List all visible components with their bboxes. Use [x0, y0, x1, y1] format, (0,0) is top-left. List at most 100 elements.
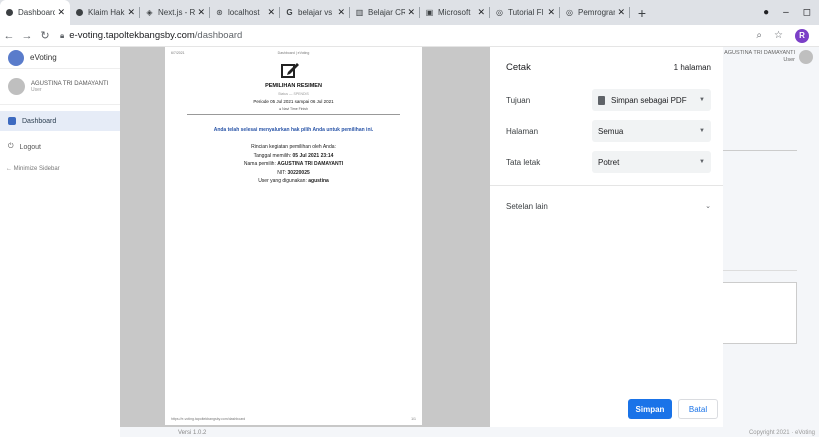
tab-title: Next.js - R [158, 8, 196, 17]
sidebar-item-label: Logout [19, 143, 41, 151]
file-icon [598, 95, 605, 105]
election-period: Periode 05 Jul 2021 sampai 06 Jul 2021 [253, 99, 334, 104]
tab-title: Microsoft [438, 8, 471, 17]
cancel-button[interactable]: Batal [678, 399, 718, 419]
vote-date-row: Tanggal memilih: 05 Jul 2021 23:14 [253, 152, 334, 159]
preview-header-title: Dashboard | eVoting [277, 51, 310, 55]
dropdown-arrow-icon: ▼ [699, 97, 705, 103]
building-icon: ▥ [355, 8, 364, 17]
star-icon[interactable]: ☆ [774, 30, 783, 41]
destination-value: Simpan sebagai PDF [611, 95, 687, 105]
pages-value: Semua [598, 126, 624, 136]
voter-nit-row: NIT: 30220025 [277, 169, 310, 176]
tab-belajar-cr[interactable]: ▥ Belajar CR ✕ [350, 0, 420, 25]
tab-klaim-hak[interactable]: Klaim Hak ✕ [70, 0, 140, 25]
close-icon[interactable]: ✕ [547, 7, 555, 18]
dashboard-icon [8, 117, 16, 125]
preview-footer-url: https://e-voting.tapoltekbangsby.com/das… [171, 417, 246, 421]
close-icon[interactable]: ✕ [477, 7, 485, 18]
top-user-role: User [783, 57, 795, 64]
destination-select[interactable]: Simpan sebagai PDF ▼ [592, 89, 711, 111]
url-host: e-voting.tapoltekbangsby.com [69, 30, 195, 41]
tab-strip: Dashboard ✕ Klaim Hak ✕ ◈ Next.js - R ✕ … [0, 0, 819, 25]
tab-nextjs[interactable]: ◈ Next.js - R ✕ [140, 0, 210, 25]
vote-details: Rincian kegiatan pemilihan oleh Anda: Ta… [165, 143, 422, 186]
brand-name: eVoting [30, 53, 57, 62]
username-row: User yang digunakan: agustina [258, 178, 329, 184]
tab-belajar-vs[interactable]: G belajar vs ✕ [280, 0, 350, 25]
sidebar-item-label: Dashboard [22, 117, 57, 125]
copyright-text: Copyright 2021 · eVoting [748, 430, 815, 436]
edit-icon [281, 63, 299, 78]
new-tab-button[interactable]: + [630, 0, 654, 25]
toolbar-actions: ⌕ ☆ R [756, 28, 819, 43]
more-settings-toggle[interactable]: Setelan lain ⌄ [506, 197, 711, 215]
print-title: Cetak [506, 61, 531, 73]
save-button[interactable]: Simpan [628, 399, 672, 419]
details-label: Rincian kegiatan pemilihan oleh Anda: [251, 144, 336, 150]
close-icon[interactable]: ✕ [127, 7, 135, 18]
layout-select[interactable]: Potret ▼ [592, 151, 711, 173]
preview-header-date: 6/7/2021 [171, 51, 185, 55]
tab-pemrogram[interactable]: ◎ Pemrogram ✕ [560, 0, 630, 25]
tab-title: localhost [228, 8, 260, 17]
browser-toolbar: ← → ↻ 🔒︎ e-voting.tapoltekbangsby.com/da… [0, 25, 819, 47]
election-time-note: ● Navi Time Finish [279, 107, 308, 111]
pages-label: Halaman [506, 126, 539, 136]
print-preview-page: 6/7/2021 Dashboard | eVoting PEMILIHAN R… [165, 47, 422, 425]
page-count: 1 halaman [673, 62, 711, 72]
close-icon[interactable]: ✕ [617, 7, 625, 18]
close-icon[interactable]: ✕ [57, 7, 65, 18]
layout-value: Potret [598, 157, 620, 167]
ring-icon: ◎ [496, 8, 503, 17]
top-user-menu[interactable]: AGUSTINA TRI DAMAYANTI User [724, 50, 813, 65]
avatar [8, 78, 25, 95]
document-icon: ▣ [425, 8, 434, 17]
google-icon: G [286, 8, 293, 17]
address-bar[interactable]: 🔒︎ e-voting.tapoltekbangsby.com/dashboar… [60, 27, 748, 45]
maximize-button[interactable]: ◻ [803, 7, 811, 18]
tab-dashboard[interactable]: Dashboard ✕ [0, 0, 70, 25]
tab-microsoft[interactable]: ▣ Microsoft ✕ [420, 0, 490, 25]
sidebar-item-dashboard[interactable]: Dashboard [0, 111, 120, 131]
chevron-down-icon: ⌄ [705, 203, 711, 210]
pages-select[interactable]: Semua ▼ [592, 120, 711, 142]
forward-icon[interactable]: → [18, 30, 36, 42]
tab-title: Tutorial Fl [508, 8, 544, 17]
profile-avatar[interactable]: R [795, 28, 809, 43]
brand[interactable]: eVoting [0, 47, 120, 69]
sidebar: eVoting AGUSTINA TRI DAMAYANTI User Dash… [0, 47, 120, 437]
user-name: AGUSTINA TRI DAMAYANTI [31, 80, 109, 87]
screen: Dashboard ✕ Klaim Hak ✕ ◈ Next.js - R ✕ … [0, 0, 819, 437]
logo-icon [8, 49, 24, 66]
destination-label: Tujuan [506, 95, 531, 105]
print-dialog: 6/7/2021 Dashboard | eVoting PEMILIHAN R… [120, 47, 723, 427]
diamond-icon: ◈ [146, 8, 153, 17]
window-controls: ● – ◻ [763, 0, 819, 25]
close-icon[interactable]: ✕ [337, 7, 345, 18]
tab-title: belajar vs [298, 8, 333, 17]
preview-footer-page: 1/1 [411, 417, 416, 421]
zoom-icon[interactable]: ⌕ [756, 30, 762, 41]
layout-label: Tata letak [506, 157, 541, 167]
tab-tutorial[interactable]: ◎ Tutorial Fl ✕ [490, 0, 560, 25]
minimize-sidebar-button[interactable]: ← Minimize Sidebar [0, 161, 120, 177]
tab-localhost[interactable]: ⊛ localhost ✕ [210, 0, 280, 25]
close-icon[interactable]: ✕ [407, 7, 415, 18]
user-panel: AGUSTINA TRI DAMAYANTI User [0, 69, 120, 105]
sidebar-item-logout[interactable]: ⏻ Logout [0, 137, 120, 157]
reload-icon[interactable]: ↻ [36, 29, 54, 42]
more-settings-label: Setelan lain [506, 201, 548, 211]
account-circle-icon[interactable]: ● [763, 7, 769, 18]
close-icon[interactable]: ✕ [197, 7, 205, 18]
minimize-button[interactable]: – [783, 7, 789, 18]
tab-title: Belajar CR [368, 8, 406, 17]
circle-icon [5, 8, 14, 17]
close-icon[interactable]: ✕ [267, 7, 275, 18]
voter-name-row: Nama pemilih: AGUSTINA TRI DAMAYANTI [243, 161, 344, 167]
url-path: /dashboard [194, 30, 243, 41]
print-preview-area: 6/7/2021 Dashboard | eVoting PEMILIHAN R… [120, 47, 490, 427]
dropdown-arrow-icon: ▼ [699, 159, 705, 165]
dropdown-arrow-icon: ▼ [699, 128, 705, 134]
back-icon[interactable]: ← [0, 30, 18, 42]
